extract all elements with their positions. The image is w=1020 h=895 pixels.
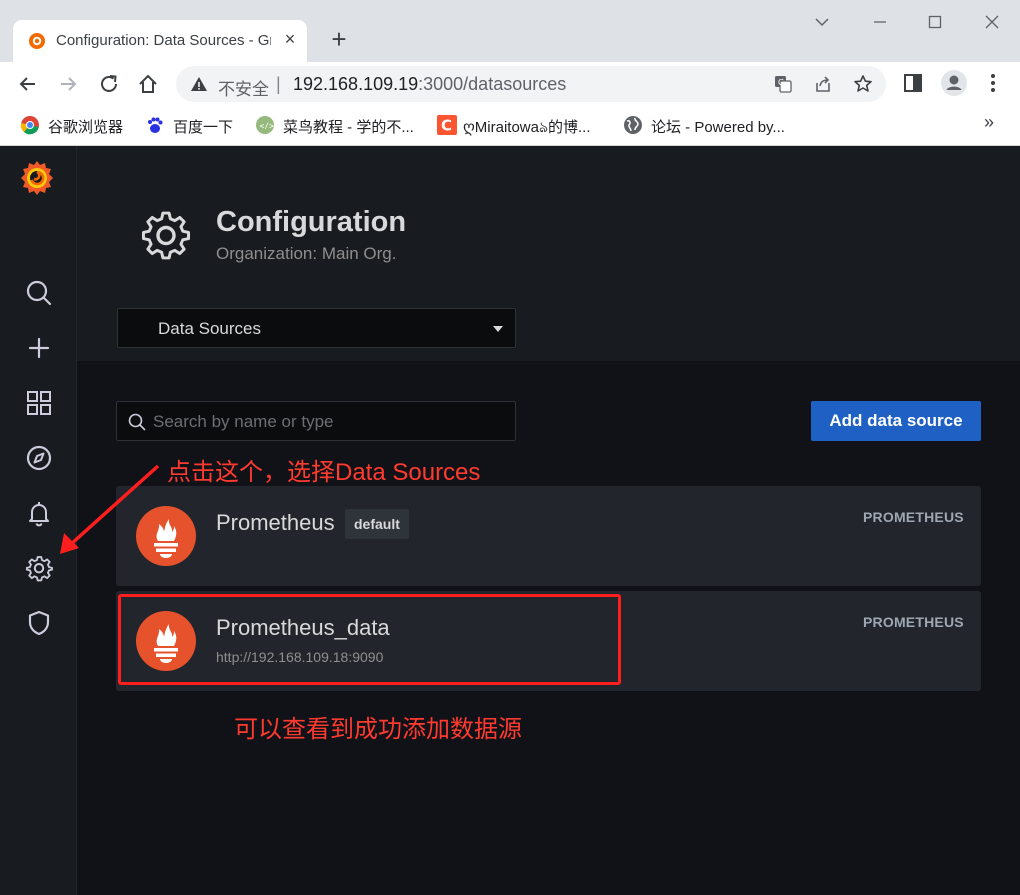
svg-text:C: C xyxy=(441,117,452,135)
search-icon xyxy=(128,413,146,431)
insecure-label[interactable]: 不安全 xyxy=(218,75,269,100)
share-icon[interactable] xyxy=(813,74,833,94)
annotation-result-note: 可以查看到成功添加数据源 xyxy=(234,716,522,743)
bookmark-item[interactable]: </> 菜鸟教程 - 学的不... xyxy=(255,114,425,136)
reload-icon[interactable] xyxy=(96,71,122,97)
svg-text:G: G xyxy=(778,78,784,87)
bookmarks-overflow-button[interactable]: » xyxy=(984,112,994,133)
prometheus-logo-icon xyxy=(136,506,196,566)
section-nav-select[interactable]: Data Sources xyxy=(117,308,516,348)
caret-down-icon xyxy=(493,326,503,332)
sidebar xyxy=(0,146,77,895)
bookmark-item[interactable]: 百度一下 xyxy=(145,114,245,136)
datasource-name[interactable]: Prometheus xyxy=(216,510,335,536)
page-subtitle: Organization: Main Org. xyxy=(216,244,397,263)
tab-title: Configuration: Data Sources - Grafana xyxy=(56,32,271,49)
browser-toolbar: 不安全 | 192.168.109.19:3000/datasources G xyxy=(0,62,1020,104)
translate-icon[interactable]: G xyxy=(773,74,793,94)
profile-avatar-icon[interactable] xyxy=(940,69,968,97)
tab-close-icon[interactable]: × xyxy=(279,28,301,50)
search-field[interactable] xyxy=(116,401,516,441)
side-panel-icon[interactable] xyxy=(902,72,924,94)
page-header: Configuration Organization: Main Org. Da… xyxy=(77,146,1020,361)
configuration-icon[interactable] xyxy=(24,553,54,583)
dashboards-icon[interactable] xyxy=(24,388,54,418)
csdn-icon: C xyxy=(437,115,457,135)
explore-icon[interactable] xyxy=(24,443,54,473)
configuration-header-icon xyxy=(141,211,191,260)
address-bar[interactable]: 不安全 | 192.168.109.19:3000/datasources G xyxy=(176,66,886,102)
grafana-favicon-icon xyxy=(29,33,45,49)
grafana-app: Configuration Organization: Main Org. Da… xyxy=(0,146,1020,895)
tab-search-icon[interactable] xyxy=(810,10,834,34)
warning-icon[interactable] xyxy=(190,75,208,93)
annotation-highlight-box xyxy=(118,594,621,685)
back-icon[interactable] xyxy=(15,71,41,97)
browser-tab[interactable]: Configuration: Data Sources - Grafana × xyxy=(13,20,307,62)
alerting-icon[interactable] xyxy=(24,498,54,528)
bookmark-item[interactable]: C ღMiraitowaঌ的博... xyxy=(437,114,612,136)
browser-titlebar: Configuration: Data Sources - Grafana × … xyxy=(0,0,1020,62)
baidu-icon xyxy=(148,117,163,133)
minimize-icon[interactable] xyxy=(868,10,892,34)
default-badge: default xyxy=(345,509,409,539)
address-separator: | xyxy=(276,74,281,94)
bookmark-item[interactable]: 谷歌浏览器 xyxy=(20,114,130,136)
create-icon[interactable] xyxy=(24,333,54,363)
search-icon[interactable] xyxy=(24,278,54,308)
globe-icon xyxy=(624,116,642,134)
new-tab-button[interactable]: + xyxy=(326,26,352,53)
home-icon[interactable] xyxy=(135,71,161,97)
close-window-icon[interactable] xyxy=(980,10,1004,34)
forward-icon[interactable] xyxy=(55,71,81,97)
search-input[interactable] xyxy=(153,410,503,434)
bookmark-item[interactable]: 论坛 - Powered by... xyxy=(623,114,803,136)
section-select-value: Data Sources xyxy=(158,319,261,338)
runoob-icon: </> xyxy=(256,116,275,134)
chrome-icon xyxy=(20,116,39,135)
add-data-source-button[interactable]: Add data source xyxy=(811,401,981,441)
svg-text:</>: </> xyxy=(260,122,275,131)
server-admin-icon[interactable] xyxy=(24,608,54,638)
page-title: Configuration xyxy=(216,206,407,238)
datasource-type: PROMETHEUS xyxy=(863,509,964,525)
annotation-note: 点击这个，选择Data Sources xyxy=(167,459,481,486)
datasource-card[interactable]: Prometheus default PROMETHEUS xyxy=(116,486,981,586)
browser-menu-icon[interactable] xyxy=(982,72,1004,94)
url-text[interactable]: 192.168.109.19:3000/datasources xyxy=(293,74,566,95)
grafana-logo[interactable] xyxy=(17,158,57,198)
datasource-type: PROMETHEUS xyxy=(863,614,964,630)
maximize-icon[interactable] xyxy=(923,10,947,34)
bookmark-star-icon[interactable] xyxy=(853,74,873,94)
bookmarks-bar: 谷歌浏览器 百度一下 </> 菜鸟教程 - 学的不... C ღMiraitow… xyxy=(0,104,1020,146)
